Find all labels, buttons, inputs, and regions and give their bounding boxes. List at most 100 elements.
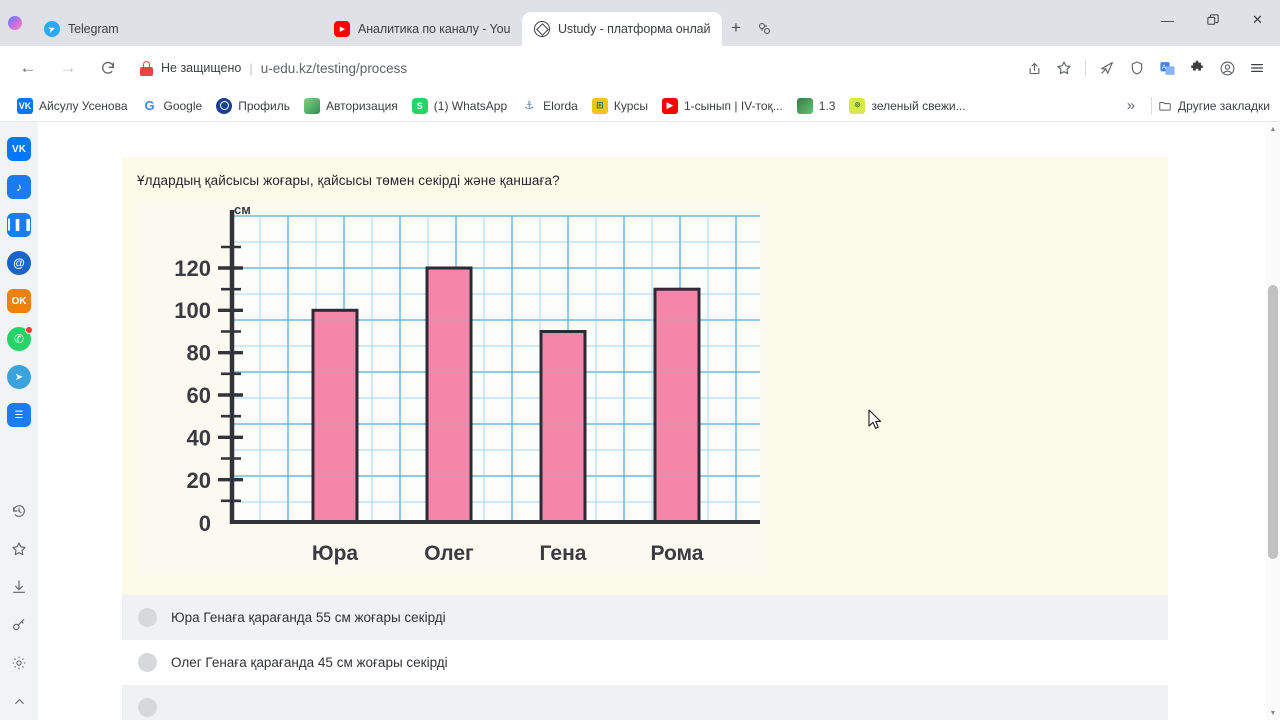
option-label: Юра Генаға қарағанда 55 см жоғары секірд…: [171, 610, 446, 625]
not-secure-lock-icon[interactable]: [140, 60, 153, 76]
bookmark-item[interactable]: VK Айсулу Усенова: [10, 94, 135, 118]
new-tab-button[interactable]: +: [722, 14, 750, 42]
scroll-up-arrow[interactable]: ▲: [1266, 122, 1280, 136]
whatsapp-icon: S: [411, 97, 428, 114]
share-icon[interactable]: [1019, 53, 1049, 83]
svg-text:60: 60: [187, 383, 211, 408]
shield-icon[interactable]: [1122, 53, 1152, 83]
tab-search-icon[interactable]: [750, 14, 778, 42]
x-label-gena: Гена: [540, 542, 587, 565]
profile-avatar-icon[interactable]: [1212, 53, 1242, 83]
window-controls: — ✕: [1145, 0, 1280, 40]
option-row-1[interactable]: Юра Генаға қарағанда 55 см жоғары секірд…: [122, 595, 1168, 640]
back-button[interactable]: ←: [12, 52, 44, 84]
sidebar-collapse-button[interactable]: [0, 682, 38, 720]
chrome-menu-icon[interactable]: [1242, 53, 1272, 83]
other-bookmarks-button[interactable]: Другие закладки: [1158, 99, 1270, 113]
reload-button[interactable]: [92, 52, 124, 84]
translate-icon[interactable]: A: [1152, 53, 1182, 83]
sidebar-item-music[interactable]: ♪: [0, 168, 38, 206]
sidebar-item-ok[interactable]: OK: [0, 282, 38, 320]
tab-label: Аналитика по каналу - YouTu: [358, 22, 510, 36]
close-button[interactable]: ✕: [1235, 0, 1280, 40]
radio-button[interactable]: [138, 698, 157, 717]
bookmark-item[interactable]: ⊞ Курсы: [585, 94, 655, 118]
profile-chip-icon[interactable]: [8, 16, 22, 30]
tab-telegram[interactable]: Telegram: [32, 12, 212, 46]
odnoklassniki-icon: OK: [7, 289, 31, 313]
bookmarks-overflow-button[interactable]: »: [1117, 97, 1145, 114]
bookmark-star-icon[interactable]: [1049, 53, 1079, 83]
page-viewport: Ұлдардың қайсысы жоғары, қайсысы төмен с…: [38, 122, 1266, 720]
bookmark-label: Авторизация: [326, 98, 398, 113]
scroll-down-arrow[interactable]: ▼: [1266, 706, 1280, 720]
tab-label: Telegram: [68, 22, 119, 36]
bookmark-label: (1) WhatsApp: [433, 98, 508, 113]
option-row-2[interactable]: Олег Генаға қарағанда 45 см жоғары секір…: [122, 640, 1168, 685]
sidebar-settings-button[interactable]: [0, 644, 38, 682]
bookmark-label: зеленый свежи...: [871, 98, 966, 113]
sidebar-key-button[interactable]: [0, 606, 38, 644]
chevron-up-icon: [7, 689, 31, 713]
sidebar-item-stats[interactable]: ▎▌▐: [0, 206, 38, 244]
browser-toolbar: ← → Не защищено | u-edu.kz/testing/proce…: [0, 46, 1280, 90]
sidebar-history-button[interactable]: [0, 492, 38, 530]
svg-text:0: 0: [199, 511, 211, 536]
forward-button[interactable]: →: [52, 52, 84, 84]
sidebar-downloads-button[interactable]: [0, 568, 38, 606]
bookmark-item[interactable]: Авторизация: [297, 94, 405, 118]
sidebar-item-vk[interactable]: VK: [0, 130, 38, 168]
bookmark-item[interactable]: ▶ 1-сынып | IV-тоқ...: [655, 94, 790, 118]
download-icon: [7, 575, 31, 599]
extensions-puzzle-icon[interactable]: [1182, 53, 1212, 83]
tab-youtube-analytics[interactable]: Аналитика по каналу - YouTu: [322, 12, 522, 46]
gear-icon: [7, 651, 31, 675]
sidebar-item-telegram[interactable]: ➤: [0, 358, 38, 396]
music-note-icon: ♪: [7, 175, 31, 199]
address-bar[interactable]: Не защищено | u-edu.kz/testing/process: [138, 53, 1011, 83]
bookmark-label: 1.3: [818, 98, 836, 113]
kursy-icon: ⊞: [591, 97, 608, 114]
sidebar-item-mail[interactable]: @: [0, 244, 38, 282]
vk-icon: VK: [17, 97, 33, 114]
omnibox-separator: |: [249, 60, 253, 76]
bookmark-item[interactable]: ⚓ Elorda: [514, 94, 585, 118]
bookmark-item[interactable]: Профиль: [209, 94, 297, 118]
bar-chart-icon: ▎▌▐: [7, 213, 31, 237]
svg-text:40: 40: [187, 426, 211, 451]
telegram-icon: [44, 21, 60, 37]
scrollbar-thumb[interactable]: [1268, 285, 1278, 559]
vk-extension-sidebar: VK ♪ ▎▌▐ @ OK ✆ ➤ ☰: [0, 122, 38, 720]
sidebar-bookmarks-button[interactable]: [0, 530, 38, 568]
option-row-3[interactable]: [122, 685, 1168, 720]
question-chart-image: 120 100 80 60 40 20 0 см Юра Олег Гена Р…: [137, 202, 767, 574]
maximize-button[interactable]: [1190, 0, 1235, 40]
bookmark-item[interactable]: S (1) WhatsApp: [405, 94, 514, 118]
svg-text:80: 80: [187, 341, 211, 366]
bookmark-item[interactable]: 1.3: [790, 94, 843, 118]
radio-button[interactable]: [138, 653, 157, 672]
question-text: Ұлдардың қайсысы жоғары, қайсысы төмен с…: [137, 173, 560, 188]
bookmark-item[interactable]: ⌾ зеленый свежи...: [842, 94, 972, 118]
google-icon: G: [141, 97, 158, 114]
bookmark-label: Курсы: [613, 98, 648, 113]
sidebar-item-whatsapp[interactable]: ✆: [0, 320, 38, 358]
vertical-scrollbar[interactable]: ▲ ▼: [1266, 122, 1280, 720]
tab-ustudy[interactable]: Ustudy - платформа онлайн: [522, 12, 722, 46]
question-card: Ұлдардың қайсысы жоғары, қайсысы төмен с…: [122, 143, 1168, 595]
send-rocket-icon[interactable]: [1092, 53, 1122, 83]
url-text: u-edu.kz/testing/process: [260, 60, 408, 76]
bookmark-label: Elorda: [543, 98, 578, 113]
radio-button[interactable]: [138, 608, 157, 627]
sidebar-item-list[interactable]: ☰: [0, 396, 38, 434]
bar-gena: [539, 330, 587, 524]
history-icon: [7, 499, 31, 523]
bookmark-label: Айсулу Усенова: [39, 98, 128, 113]
ustudy-icon: [534, 21, 550, 37]
bookmark-label: 1-сынып | IV-тоқ...: [684, 98, 783, 113]
vk-icon: VK: [7, 137, 31, 161]
minimize-button[interactable]: —: [1145, 0, 1190, 40]
bookmark-item[interactable]: G Google: [135, 94, 210, 118]
security-label: Не защищено: [161, 61, 242, 75]
sheets-icon: [796, 97, 813, 114]
